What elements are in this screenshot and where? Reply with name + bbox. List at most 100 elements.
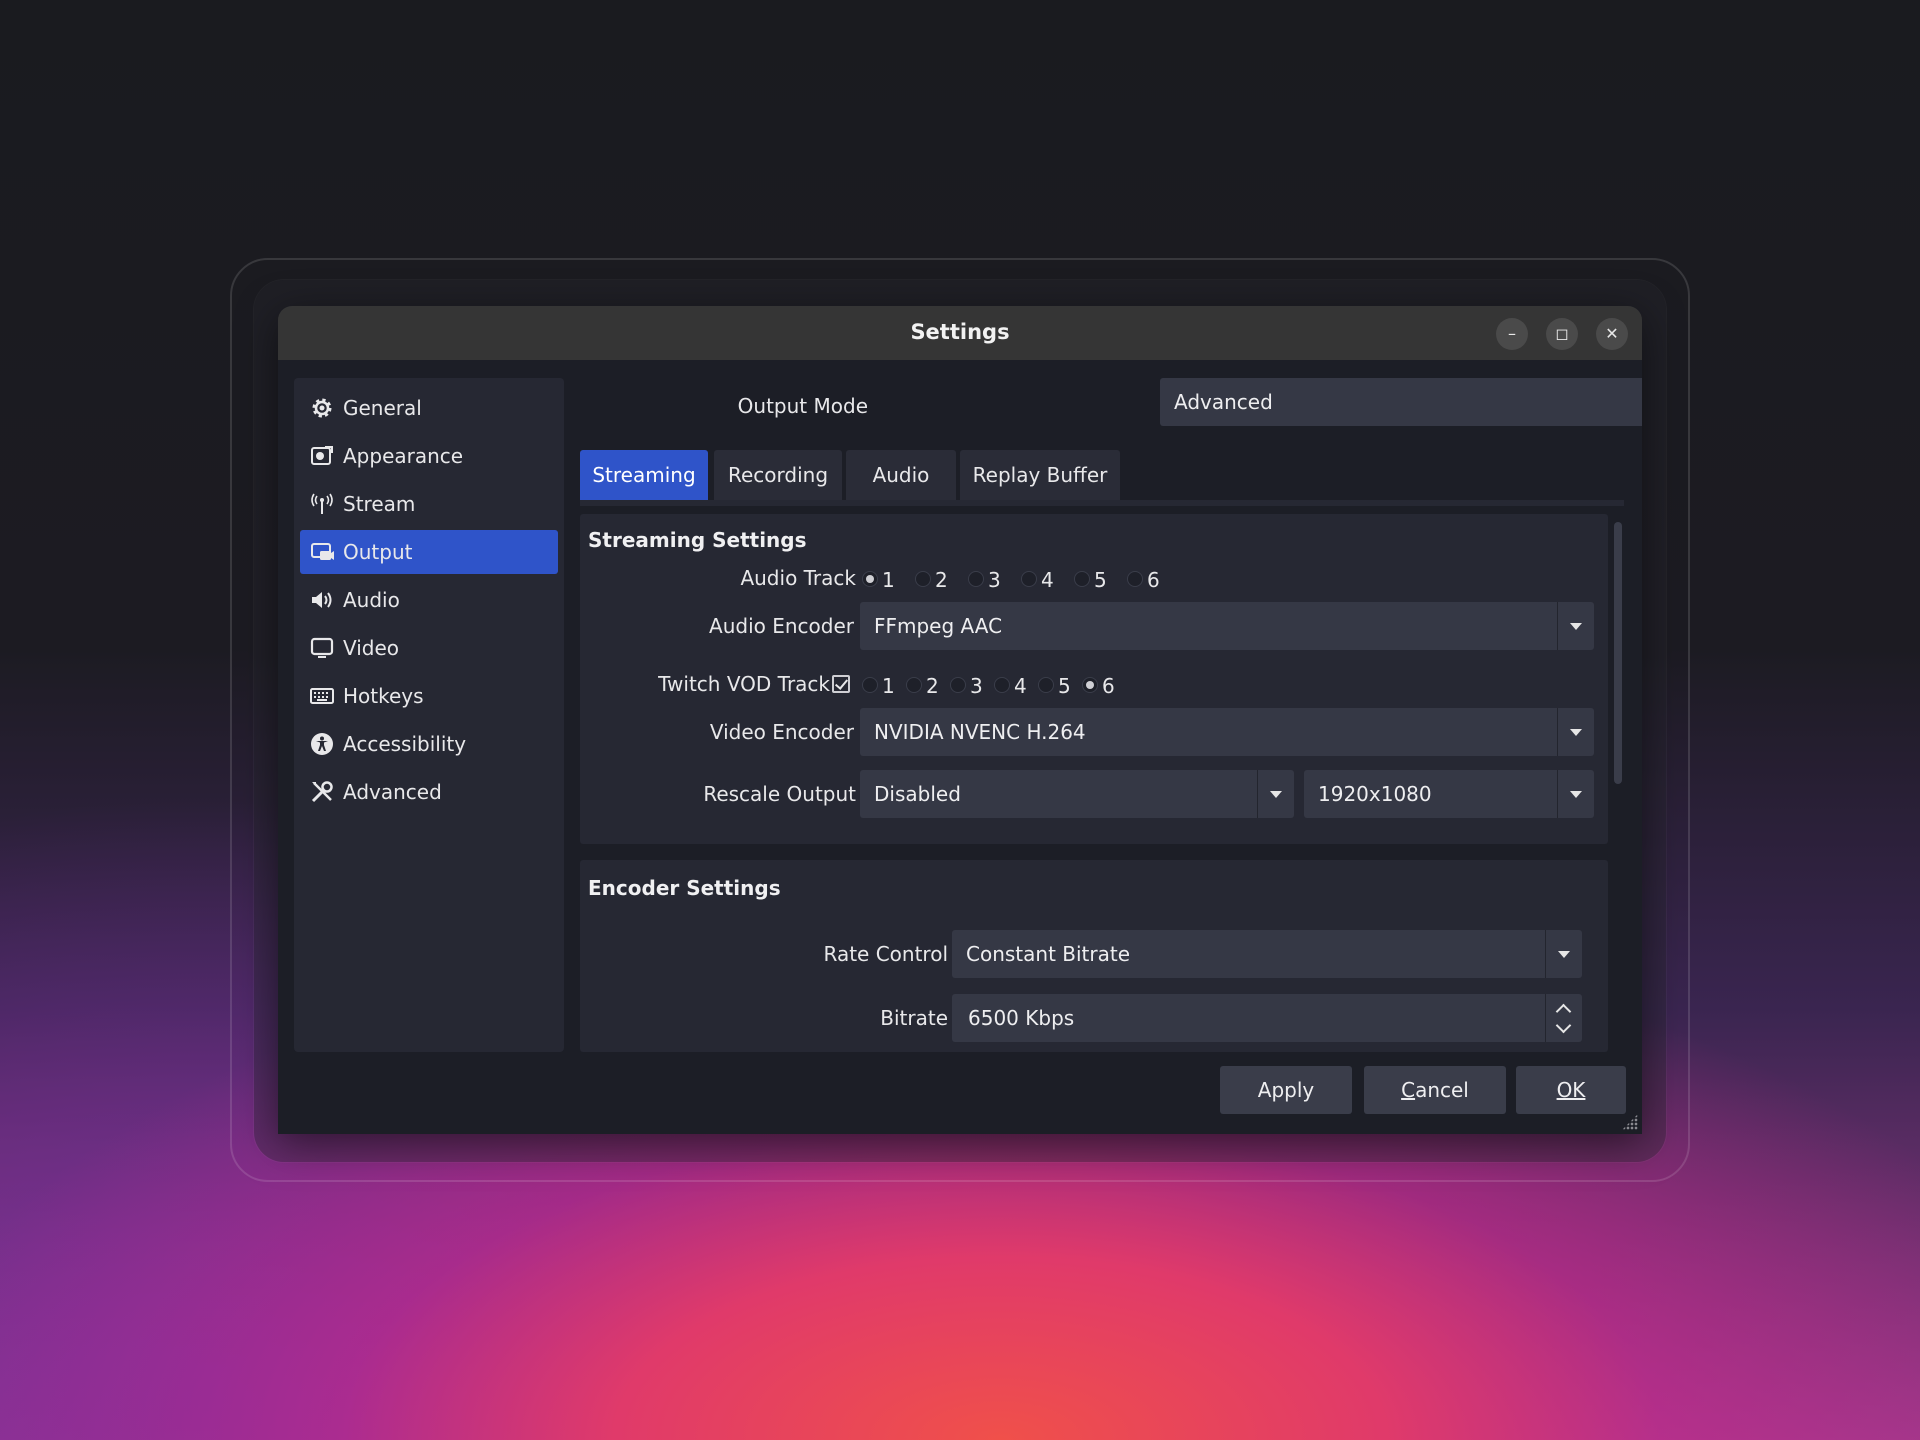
sidebar-item-accessibility[interactable]: Accessibility: [300, 722, 558, 766]
ok-button[interactable]: OK: [1516, 1066, 1626, 1114]
chevron-down-icon: [1545, 930, 1582, 978]
twitch-vod-label: Twitch VOD Track: [658, 672, 830, 696]
keyboard-icon: [310, 688, 334, 704]
accessibility-icon: [311, 733, 333, 755]
sidebar-item-stream[interactable]: Stream: [300, 482, 558, 526]
radio-label: 4: [1014, 674, 1027, 698]
tools-icon: [311, 781, 333, 803]
tab-audio[interactable]: Audio: [846, 450, 956, 500]
sidebar-item-label: Appearance: [343, 444, 464, 468]
apply-button[interactable]: Apply: [1220, 1066, 1352, 1114]
output-tabs: Streaming Recording Audio Replay Buffer: [580, 450, 1626, 506]
rescale-output-select[interactable]: Disabled: [860, 770, 1294, 818]
cancel-label: ancel: [1415, 1078, 1469, 1102]
radio-label: 6: [1147, 568, 1160, 592]
radio-label: 5: [1058, 674, 1071, 698]
radio-indicator: [1074, 571, 1090, 587]
settings-sidebar: General Appearance Stream Output Audio V…: [294, 378, 564, 1052]
radio-indicator: [1082, 677, 1098, 693]
select-value: Disabled: [874, 782, 961, 806]
audio-track-label: Audio Track: [740, 566, 856, 590]
radio-label: 4: [1041, 568, 1054, 592]
group-title: Streaming Settings: [588, 528, 807, 552]
sidebar-item-label: Advanced: [343, 780, 442, 804]
ok-label: OK: [1556, 1078, 1586, 1102]
select-value: Advanced: [1174, 390, 1273, 414]
audio-encoder-select[interactable]: FFmpeg AAC: [860, 602, 1594, 650]
video-encoder-select[interactable]: NVIDIA NVENC H.264: [860, 708, 1594, 756]
sidebar-item-hotkeys[interactable]: Hotkeys: [300, 674, 558, 718]
sidebar-item-label: Accessibility: [343, 732, 467, 756]
cancel-mnemonic: C: [1401, 1078, 1416, 1102]
radio-label: 3: [970, 674, 983, 698]
radio-indicator: [1038, 677, 1054, 693]
antenna-icon: [311, 493, 333, 514]
radio-label: 6: [1102, 674, 1115, 698]
appearance-icon: [311, 446, 333, 465]
tab-underline: [580, 500, 1624, 506]
settings-window: Settings – ◻ ✕ General Appearance Stream…: [278, 306, 1642, 1134]
bitrate-label: Bitrate: [880, 1006, 948, 1030]
radio-label: 1: [882, 568, 895, 592]
radio-label: 5: [1094, 568, 1107, 592]
sidebar-item-advanced[interactable]: Advanced: [300, 770, 558, 814]
sidebar-item-appearance[interactable]: Appearance: [300, 434, 558, 478]
cancel-button[interactable]: Cancel: [1364, 1066, 1506, 1114]
radio-label: 2: [926, 674, 939, 698]
sidebar-item-video[interactable]: Video: [300, 626, 558, 670]
rescale-output-label: Rescale Output: [703, 782, 856, 806]
scrollbar[interactable]: [1614, 522, 1622, 784]
radio-indicator: [1127, 571, 1143, 587]
monitor-icon: [310, 637, 334, 658]
radio-indicator: [1021, 571, 1037, 587]
resize-grip-icon[interactable]: [1622, 1114, 1638, 1130]
bitrate-spinbox[interactable]: 6500 Kbps: [952, 994, 1582, 1042]
minimize-button[interactable]: –: [1496, 318, 1528, 350]
radio-label: 2: [935, 568, 948, 592]
spinbox-value: 6500 Kbps: [968, 1006, 1075, 1030]
spinbox-arrows[interactable]: [1545, 994, 1582, 1042]
output-settings-panel: Output Mode Advanced Streaming Recording…: [580, 378, 1642, 1052]
sidebar-item-audio[interactable]: Audio: [300, 578, 558, 622]
tab-streaming[interactable]: Streaming: [580, 450, 708, 500]
tab-replay-buffer[interactable]: Replay Buffer: [960, 450, 1120, 500]
sidebar-item-label: Audio: [343, 588, 400, 612]
tab-recording[interactable]: Recording: [714, 450, 842, 500]
chevron-down-icon: [1257, 770, 1294, 818]
speaker-icon: [312, 592, 332, 608]
sidebar-item-label: Video: [343, 636, 400, 660]
radio-label: 3: [988, 568, 1001, 592]
maximize-button[interactable]: ◻: [1546, 318, 1578, 350]
sidebar-item-output[interactable]: Output: [300, 530, 558, 574]
radio-indicator: [994, 677, 1010, 693]
select-value: NVIDIA NVENC H.264: [874, 720, 1086, 744]
minimize-icon: –: [1508, 324, 1516, 343]
sidebar-item-label: Hotkeys: [343, 684, 424, 708]
rescale-resolution-select[interactable]: 1920x1080: [1304, 770, 1594, 818]
radio-indicator: [906, 677, 922, 693]
select-value: 1920x1080: [1318, 782, 1432, 806]
radio-indicator: [862, 677, 878, 693]
window-title: Settings: [910, 320, 1010, 344]
chevron-down-icon: [1557, 770, 1594, 818]
encoder-settings-group: Encoder Settings Rate Control Constant B…: [580, 860, 1608, 1052]
output-mode-select[interactable]: Advanced: [1160, 378, 1642, 426]
select-value: Constant Bitrate: [966, 942, 1131, 966]
output-icon: [311, 543, 334, 560]
rate-control-label: Rate Control: [823, 942, 948, 966]
radio-indicator: [950, 677, 966, 693]
chevron-down-icon: [1557, 708, 1594, 756]
twitch-vod-checkbox[interactable]: [832, 675, 850, 693]
gear-icon: [312, 398, 332, 418]
rate-control-select[interactable]: Constant Bitrate: [952, 930, 1582, 978]
sidebar-item-general[interactable]: General: [300, 386, 558, 430]
output-mode-label: Output Mode: [737, 394, 868, 418]
close-button[interactable]: ✕: [1596, 318, 1628, 350]
title-bar[interactable]: Settings – ◻ ✕: [278, 306, 1642, 360]
radio-indicator: [862, 571, 878, 587]
sidebar-item-label: Output: [343, 540, 413, 564]
select-value: FFmpeg AAC: [874, 614, 1003, 638]
radio-indicator: [968, 571, 984, 587]
sidebar-item-label: Stream: [343, 492, 416, 516]
chevron-down-icon[interactable]: [1555, 1017, 1572, 1034]
